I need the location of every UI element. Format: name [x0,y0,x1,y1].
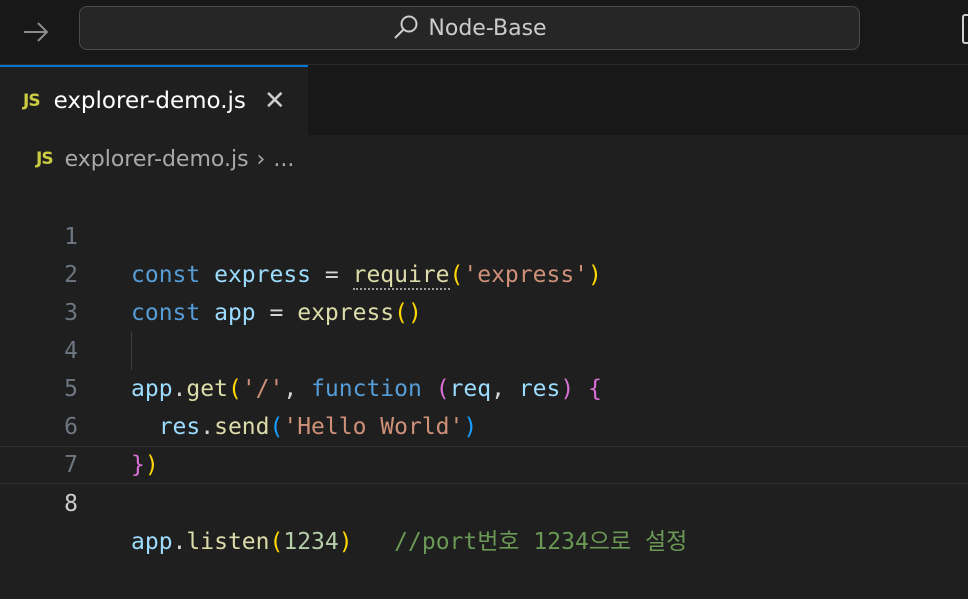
token: app [131,529,173,555]
token: 1234 [283,529,339,555]
tab-label: explorer-demo.js [53,88,246,114]
code-line[interactable]: 3 [0,256,968,326]
comment: //port번호 1234으로 설정 [394,529,688,555]
command-center-label: Node-Base [428,15,547,41]
search-icon [394,15,418,39]
command-center-search[interactable]: Node-Base [79,6,860,50]
code-line[interactable]: 7 [0,408,968,478]
code-line-current[interactable]: 8 app.listen(1234) //port번호 1234으로 설정 [0,446,968,555]
token: listen [186,529,270,555]
tab-explorer-demo[interactable]: JS explorer-demo.js ✕ [0,65,308,135]
title-bar: Node-Base [0,0,968,64]
breadcrumb: JS explorer-demo.js › ... [36,143,294,175]
token: ( [269,529,284,555]
breadcrumb-symbols[interactable]: ... [273,147,294,172]
javascript-file-icon: JS [23,91,41,111]
code-line[interactable]: 6 }) [0,370,968,478]
token: . [172,529,187,555]
code-line[interactable]: 5 res.send('Hello World') [0,332,968,440]
close-icon[interactable]: ✕ [264,88,286,114]
toggle-layout-icon[interactable] [962,14,968,44]
code-line[interactable]: 4 app.get('/', function (req, res) { [0,294,968,402]
breadcrumb-file[interactable]: explorer-demo.js [65,147,249,172]
tab-strip: JS explorer-demo.js ✕ [0,64,968,135]
code-line[interactable]: 1 const express = require('express') [0,180,968,290]
code-editor[interactable]: 1 const express = require('express') 2 c… [0,180,968,555]
line-number: 8 [64,491,78,517]
javascript-file-icon: JS [36,149,54,169]
line-code: app.listen(1234) //port번호 1234으로 설정 [131,523,687,561]
chevron-right-icon: › [256,146,266,172]
token: ) [338,529,353,555]
code-line[interactable]: 2 const app = express() [0,218,968,326]
go-forward-icon[interactable] [20,16,52,48]
